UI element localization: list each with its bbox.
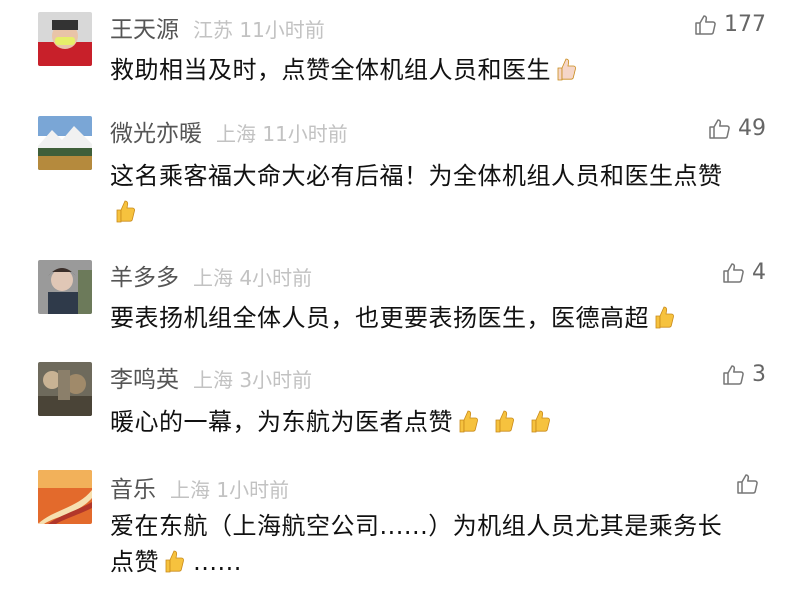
thumbs-up-emoji-icon	[163, 548, 185, 574]
like-button[interactable]: 3	[722, 362, 766, 387]
timestamp: 11小时前	[262, 122, 348, 146]
avatar[interactable]	[38, 12, 92, 66]
timestamp: 4小时前	[239, 266, 313, 290]
location: 上海	[216, 122, 256, 146]
thumbs-up-emoji-icon	[653, 304, 675, 330]
thumbs-up-emoji-icon	[114, 198, 136, 224]
timestamp: 11小时前	[239, 18, 325, 42]
comment-text-content: 暖心的一幕，为东航为医者点赞	[110, 408, 453, 436]
like-count: 4	[752, 260, 766, 285]
comment-meta: 王天源 江苏 11小时前	[110, 10, 325, 46]
emoji-group	[453, 408, 551, 436]
like-count: 3	[752, 362, 766, 387]
like-button[interactable]	[736, 472, 766, 496]
thumbs-up-emoji-icon	[529, 408, 551, 434]
comment-meta: 羊多多 上海 4小时前	[110, 258, 312, 294]
like-button[interactable]: 49	[708, 116, 766, 141]
comment-meta: 音乐 上海 1小时前	[110, 470, 289, 506]
comment-text: 这名乘客福大命大必有后福！为全体机组人员和医生点赞	[110, 158, 740, 230]
like-button[interactable]: 177	[694, 12, 766, 37]
thumbs-up-emoji-icon	[457, 408, 479, 434]
location-time: 上海 4小时前	[193, 262, 312, 291]
comment-text-suffix: ......	[185, 548, 242, 576]
location-time: 上海 11小时前	[216, 118, 348, 147]
comment-text-content: 要表扬机组全体人员，也更要表扬医生，医德高超	[110, 304, 649, 332]
avatar[interactable]	[38, 116, 92, 170]
comment-text: 要表扬机组全体人员，也更要表扬医生，医德高超	[110, 300, 750, 336]
thumbs-up-outline-icon	[737, 474, 758, 494]
avatar-image	[38, 12, 92, 66]
like-count: 177	[724, 12, 766, 37]
location: 上海	[193, 368, 233, 392]
emoji-group	[110, 198, 136, 226]
location: 上海	[170, 478, 210, 502]
emoji-group	[551, 56, 577, 84]
comment-text: 暖心的一幕，为东航为医者点赞	[110, 404, 750, 440]
avatar-image	[38, 260, 92, 314]
comment-text-content: 救助相当及时，点赞全体机组人员和医生	[110, 56, 551, 84]
username[interactable]: 王天源	[110, 10, 179, 44]
emoji-group	[159, 548, 185, 576]
avatar[interactable]	[38, 362, 92, 416]
emoji-group	[649, 304, 675, 332]
thumbs-up-outline-icon	[723, 364, 744, 385]
avatar[interactable]	[38, 470, 92, 524]
like-count: 49	[738, 116, 766, 141]
location-time: 上海 3小时前	[193, 364, 312, 393]
thumbs-up-outline-icon	[709, 118, 730, 139]
thumbs-up-outline-icon	[723, 262, 744, 283]
location-time: 上海 1小时前	[170, 474, 289, 503]
username[interactable]: 李鸣英	[110, 360, 179, 394]
comment-meta: 李鸣英 上海 3小时前	[110, 360, 312, 396]
timestamp: 1小时前	[216, 478, 290, 502]
avatar[interactable]	[38, 260, 92, 314]
location: 江苏	[193, 18, 233, 42]
avatar-image	[38, 362, 92, 416]
timestamp: 3小时前	[239, 368, 313, 392]
comment-text: 救助相当及时，点赞全体机组人员和医生	[110, 52, 750, 88]
comment-text-content: 这名乘客福大命大必有后福！为全体机组人员和医生点赞	[110, 162, 723, 190]
avatar-image	[38, 116, 92, 170]
thumbs-up-emoji-icon	[555, 56, 577, 82]
location-time: 江苏 11小时前	[193, 14, 325, 43]
like-button[interactable]: 4	[722, 260, 766, 285]
thumbs-up-emoji-icon	[493, 408, 515, 434]
thumbs-up-outline-icon	[695, 14, 716, 35]
username[interactable]: 羊多多	[110, 258, 179, 292]
username[interactable]: 微光亦暖	[110, 114, 202, 148]
location: 上海	[193, 266, 233, 290]
comment-text: 爱在东航（上海航空公司......）为机组人员尤其是乘务长点赞 ......	[110, 508, 730, 580]
avatar-image	[38, 470, 92, 524]
username[interactable]: 音乐	[110, 470, 156, 504]
comment-meta: 微光亦暖 上海 11小时前	[110, 114, 348, 150]
